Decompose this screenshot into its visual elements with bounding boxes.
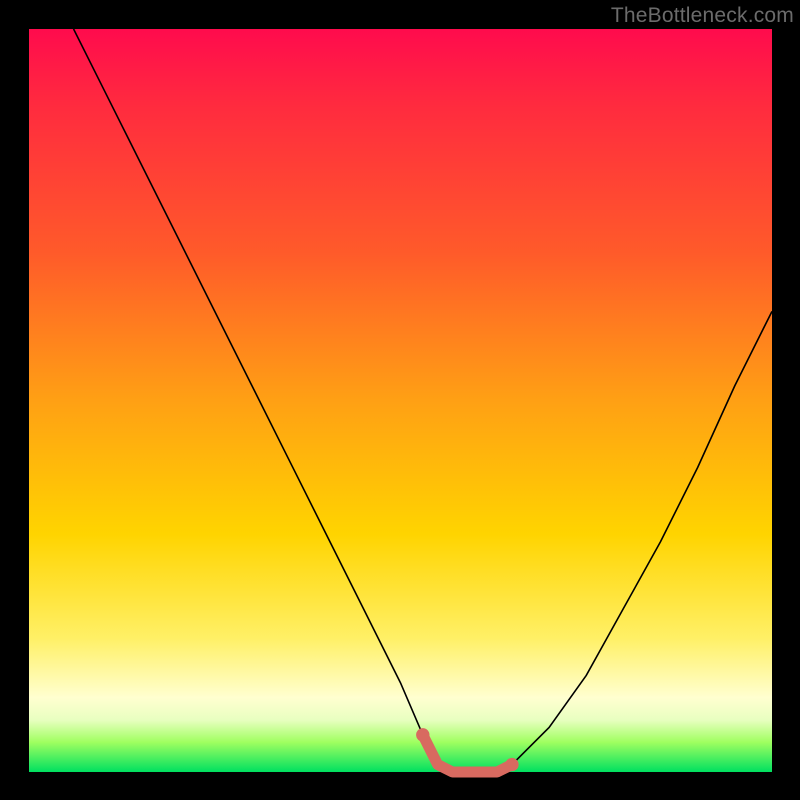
curve-svg — [29, 29, 772, 772]
highlight-end-dot-right — [505, 758, 518, 771]
attribution-text: TheBottleneck.com — [611, 4, 794, 28]
bottleneck-curve — [74, 29, 772, 772]
highlight-end-dot-left — [416, 728, 429, 741]
chart-frame: TheBottleneck.com — [0, 0, 800, 800]
flat-minimum-highlight — [423, 735, 512, 772]
plot-area — [29, 29, 772, 772]
